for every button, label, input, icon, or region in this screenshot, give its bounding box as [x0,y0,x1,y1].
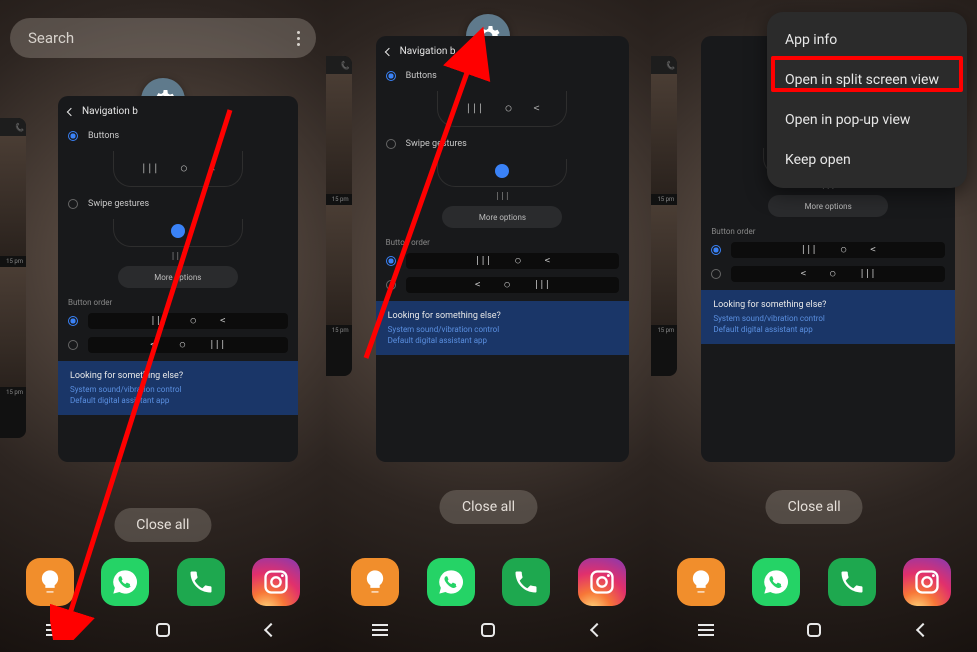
phone-icon: 📞 [340,61,348,69]
nav-recents-button[interactable] [681,629,731,631]
close-all-button[interactable]: Close all [440,490,537,524]
peek-card-left[interactable]: 📞 15 pm 15 pm [651,56,677,376]
suggestion-banner: Looking for something else? System sound… [58,361,298,415]
more-icon[interactable] [297,31,300,46]
close-all-button[interactable]: Close all [766,490,863,524]
radio-icon[interactable] [68,316,78,326]
swipe-hint: ||| [58,251,298,260]
dock [326,558,652,606]
nav-home-button[interactable] [789,623,839,637]
order-option-2[interactable]: <○||| [58,333,298,357]
system-nav-bar [651,608,977,652]
option-buttons[interactable]: Buttons [58,123,298,149]
order-preview: |||○< [88,313,288,329]
phone-icon: 📞 [14,123,22,131]
close-all-button[interactable]: Close all [114,508,211,542]
dock-whatsapp-icon[interactable] [101,558,149,606]
dock-instagram-icon[interactable] [252,558,300,606]
peek-card-left[interactable]: 📞 15 pm 15 pm [326,56,352,376]
card-title: Navigation b [400,46,456,57]
nav-back-button[interactable] [572,625,622,635]
system-nav-bar [0,608,326,652]
nav-home-button[interactable] [463,623,513,637]
menu-popup-view[interactable]: Open in pop-up view [767,100,967,140]
context-menu: App info Open in split screen view Open … [767,12,967,188]
nav-home-button[interactable] [138,623,188,637]
peek-time: 15 pm [0,256,26,267]
nav-preview-swipe [113,219,243,247]
more-options-button[interactable]: More options [442,206,562,228]
order-preview: <○||| [88,337,288,353]
highlight-box [771,56,963,92]
screen-1: Search 📞 15 pm 15 pm Navigation b Button… [0,0,326,652]
option-label: Buttons [88,131,119,141]
peek-time: 15 pm [0,387,26,398]
dock-whatsapp-icon[interactable] [752,558,800,606]
section-label: Button order [58,294,298,309]
card-header: Navigation b [58,96,298,123]
peek-image [0,267,26,387]
blue-dot-icon [171,224,185,238]
dock-phone-icon[interactable] [502,558,550,606]
option-swipe[interactable]: Swipe gestures [58,191,298,217]
peek-card-left[interactable]: 📞 15 pm 15 pm [0,118,26,438]
nav-back-button[interactable] [898,625,948,635]
menu-keep-open[interactable]: Keep open [767,140,967,180]
dock-whatsapp-icon[interactable] [427,558,475,606]
search-bar[interactable]: Search [10,18,316,58]
radio-icon[interactable] [68,340,78,350]
dock-phone-icon[interactable] [828,558,876,606]
more-options-button[interactable]: More options [768,195,888,217]
radio-icon[interactable] [68,199,78,209]
radio-icon[interactable] [68,131,78,141]
screen-3: 📞 15 pm 15 pm ||| More options Button or… [651,0,977,652]
dock-bulb-icon[interactable] [351,558,399,606]
option-label: Swipe gestures [88,199,149,209]
dock-instagram-icon[interactable] [903,558,951,606]
nav-preview-buttons: ||| ○ < [113,151,243,187]
system-nav-bar [326,608,652,652]
recent-card-settings[interactable]: Navigation b Buttons ||| ○ < Swipe gestu… [58,96,298,462]
dock [0,558,326,606]
dock-phone-icon[interactable] [177,558,225,606]
recent-card-settings[interactable]: Navigation b Buttons |||○< Swipe gesture… [376,36,630,462]
order-option-1[interactable]: |||○< [58,309,298,333]
dock-instagram-icon[interactable] [578,558,626,606]
nav-recents-button[interactable] [29,629,79,631]
peek-image [0,136,26,256]
search-placeholder: Search [28,29,74,47]
menu-app-info[interactable]: App info [767,20,967,60]
back-chevron-icon[interactable] [384,47,392,55]
nav-back-button[interactable] [246,625,296,635]
dock [651,558,977,606]
nav-recents-button[interactable] [355,629,405,631]
card-title: Navigation b [82,106,138,117]
more-options-button[interactable]: More options [118,266,238,288]
back-chevron-icon[interactable] [67,107,75,115]
banner-link[interactable]: Default digital assistant app [70,396,286,405]
screen-2: 📞 15 pm 15 pm Navigation b Buttons |||○<… [326,0,652,652]
dock-bulb-icon[interactable] [677,558,725,606]
dock-bulb-icon[interactable] [26,558,74,606]
banner-link[interactable]: System sound/vibration control [70,385,286,394]
banner-question: Looking for something else? [70,371,286,381]
